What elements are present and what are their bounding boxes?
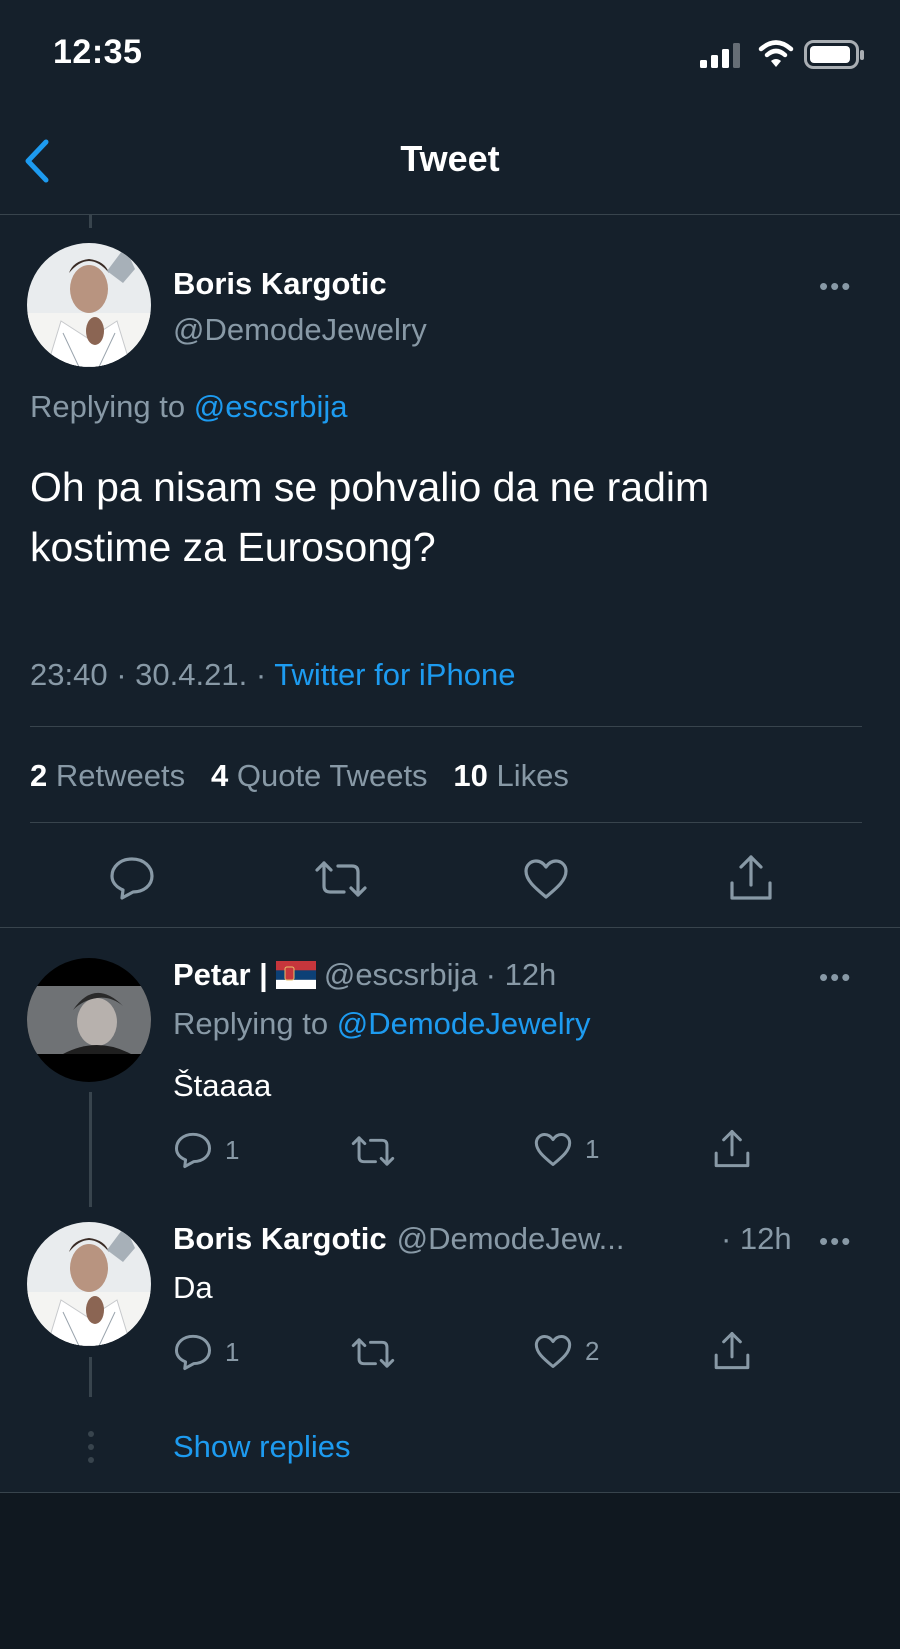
replying-prefix: Replying to xyxy=(173,1006,329,1041)
separator-dot: · xyxy=(116,657,127,692)
tweet-time: 23:40 xyxy=(30,657,108,692)
tweet-metadata: 23:40 · 30.4.21. · Twitter for iPhone xyxy=(30,657,515,693)
reply-icon[interactable] xyxy=(108,855,156,901)
retweets-stat[interactable]: 2 Retweets xyxy=(30,758,194,793)
likes-label: Likes xyxy=(496,758,569,793)
reply-text: Da xyxy=(173,1270,213,1305)
author-name[interactable]: Boris Kargotic xyxy=(173,266,387,302)
retweet-icon[interactable] xyxy=(350,1337,396,1369)
divider xyxy=(30,726,862,727)
share-icon[interactable] xyxy=(727,853,775,903)
separator-dot: · xyxy=(255,657,267,692)
quote-tweets-stat[interactable]: 4 Quote Tweets xyxy=(211,758,436,793)
avatar[interactable] xyxy=(27,243,151,367)
reply-time: · 12h xyxy=(721,1221,792,1256)
empty-area xyxy=(0,1493,900,1649)
reply-action[interactable]: 1 xyxy=(173,1131,239,1169)
like-count: 2 xyxy=(585,1336,600,1366)
replying-to-link[interactable]: @DemodeJewelry xyxy=(337,1006,591,1041)
show-replies-link[interactable]: Show replies xyxy=(173,1429,350,1465)
thread-line xyxy=(89,1092,92,1207)
page-title: Tweet xyxy=(400,138,500,179)
battery-icon xyxy=(804,40,864,69)
retweets-label: Retweets xyxy=(55,758,186,793)
like-icon xyxy=(534,1335,572,1368)
status-time: 12:35 xyxy=(53,33,143,71)
author-handle[interactable]: @DemodeJew... xyxy=(397,1221,625,1257)
wifi-icon xyxy=(758,40,794,67)
header-divider xyxy=(0,214,900,215)
thread-line xyxy=(89,214,92,228)
more-replies-dots-icon xyxy=(88,1431,94,1463)
more-options-icon[interactable]: ••• xyxy=(819,271,852,302)
author-name[interactable]: Boris Kargotic xyxy=(173,1221,387,1257)
share-icon[interactable] xyxy=(712,1128,752,1170)
quote-tweets-count: 4 xyxy=(210,758,229,793)
section-divider xyxy=(0,927,900,928)
like-action[interactable]: 2 xyxy=(533,1333,599,1370)
retweets-count: 2 xyxy=(30,758,48,793)
more-options-icon[interactable]: ••• xyxy=(819,1226,852,1257)
retweet-icon[interactable] xyxy=(350,1135,396,1167)
tweet-text-line: kostime za Eurosong? xyxy=(30,524,436,570)
reply-icon xyxy=(174,1132,212,1169)
like-icon[interactable] xyxy=(522,857,570,901)
share-icon[interactable] xyxy=(712,1330,752,1372)
reply-action[interactable]: 1 xyxy=(173,1333,239,1371)
replying-to-link[interactable]: @escsrbija xyxy=(194,389,348,424)
cellular-signal-icon xyxy=(700,43,740,68)
reply-header: Petar | @escsrbija · 12h xyxy=(173,957,556,993)
replying-to: Replying to @DemodeJewelry xyxy=(173,1006,590,1042)
divider xyxy=(30,822,862,823)
likes-stat[interactable]: 10 Likes xyxy=(453,758,568,793)
retweet-icon[interactable] xyxy=(313,860,369,898)
tweet-text-line: Oh pa nisam se pohvalio da ne radim xyxy=(30,464,710,510)
reply-count: 1 xyxy=(225,1134,240,1165)
reply-text: Štaaaa xyxy=(173,1068,272,1103)
quote-tweets-label: Quote Tweets xyxy=(236,758,428,793)
avatar[interactable] xyxy=(27,1222,151,1346)
tweet-text: Oh pa nisam se pohvalio da ne radim kost… xyxy=(30,457,709,577)
reply-count: 1 xyxy=(225,1336,240,1367)
reply-time: · 12h xyxy=(485,957,557,992)
replying-prefix: Replying to xyxy=(30,389,186,424)
like-action[interactable]: 1 xyxy=(533,1131,599,1168)
serbia-flag-icon xyxy=(275,961,316,989)
tweet-stats: 2 Retweets 4 Quote Tweets 10 Likes xyxy=(30,758,569,794)
thread-line xyxy=(89,1357,92,1397)
author-name[interactable]: Petar | xyxy=(173,957,268,993)
tweet-date: 30.4.21. xyxy=(135,657,248,692)
replying-to: Replying to @escsrbija xyxy=(30,389,348,425)
tweet-source[interactable]: Twitter for iPhone xyxy=(274,657,515,692)
author-handle[interactable]: @escsrbija xyxy=(324,957,478,993)
author-handle[interactable]: @DemodeJewelry xyxy=(173,312,427,348)
reply-icon xyxy=(174,1334,212,1371)
avatar[interactable] xyxy=(27,958,151,1082)
likes-count: 10 xyxy=(453,758,488,793)
like-icon xyxy=(534,1133,572,1166)
more-options-icon[interactable]: ••• xyxy=(819,962,852,993)
reply-header: Boris Kargotic @DemodeJew... xyxy=(173,1221,625,1257)
like-count: 1 xyxy=(585,1134,600,1164)
